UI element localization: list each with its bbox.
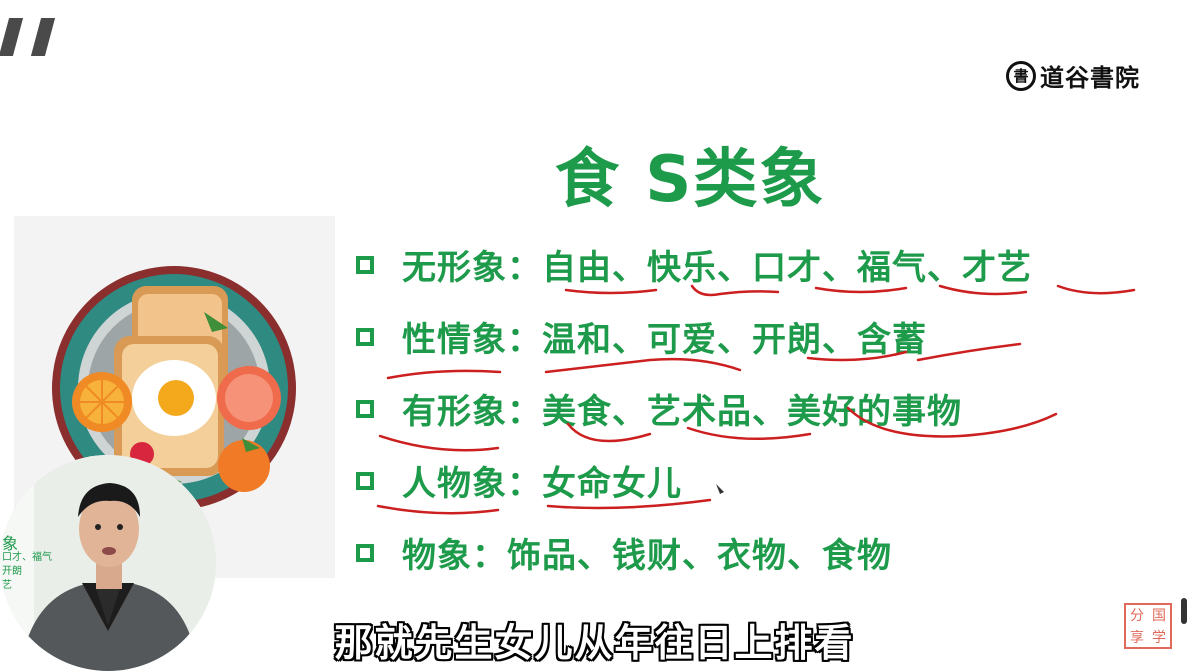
fragment-text: 艺 bbox=[2, 580, 12, 591]
brand-name: 道谷書院 bbox=[1040, 64, 1140, 92]
slide-title: 食 S类象 bbox=[555, 143, 826, 217]
video-subtitle: 那就先生女儿从年往日上排看 bbox=[334, 621, 855, 665]
list-item-5: 物象 ： 饰品、钱财、衣物、食物 bbox=[356, 528, 892, 577]
pen-cursor-icon bbox=[716, 484, 724, 494]
stamp-char: 享 bbox=[1130, 630, 1144, 646]
webcam-slide-fragment: 象 口才、福气 开朗 艺 bbox=[2, 534, 52, 593]
scrollbar-thumb[interactable] bbox=[1181, 598, 1187, 624]
item-sep: ： bbox=[507, 392, 542, 432]
item-content: 美食、艺术品、美好的事物 bbox=[542, 392, 962, 432]
item-sep: ： bbox=[507, 464, 542, 504]
item-label: 人物象 bbox=[402, 464, 507, 504]
stamp-logo: 分 国 享 学 bbox=[1124, 603, 1172, 649]
checkbox-icon bbox=[356, 543, 374, 562]
fragment-text: 象 bbox=[2, 534, 19, 553]
item-content: 饰品、钱财、衣物、食物 bbox=[507, 536, 892, 576]
seal-icon: 書 bbox=[1006, 60, 1036, 91]
list-item-4: 人物象 ： 女命女儿 bbox=[356, 456, 682, 505]
list-item-1: 无形象 ： 自由、快乐、口才、福气、才艺 bbox=[356, 240, 1032, 289]
stamp-char: 学 bbox=[1152, 630, 1166, 646]
fragment-text: 口才、福气 bbox=[2, 552, 52, 563]
item-content: 女命女儿 bbox=[542, 464, 682, 504]
item-sep: ： bbox=[507, 248, 542, 288]
item-label: 有形象 bbox=[402, 392, 507, 432]
item-sep: ： bbox=[472, 536, 507, 576]
stamp-char: 分 bbox=[1130, 608, 1144, 624]
logo-slash-1 bbox=[0, 18, 24, 56]
checkbox-icon bbox=[356, 399, 374, 418]
fragment-text: 开朗 bbox=[2, 566, 22, 577]
item-content: 温和、可爱、开朗、含蓄 bbox=[542, 320, 927, 360]
item-label: 物象 bbox=[402, 536, 472, 576]
logo-slash-2 bbox=[30, 18, 56, 56]
stamp-char: 国 bbox=[1152, 608, 1166, 624]
checkbox-icon bbox=[356, 327, 374, 346]
item-sep: ： bbox=[507, 320, 542, 360]
brand-logo: 書 道谷書院 bbox=[1006, 58, 1140, 93]
item-label: 性情象 bbox=[402, 320, 507, 360]
item-label: 无形象 bbox=[402, 248, 507, 288]
checkbox-icon bbox=[356, 471, 374, 490]
list-item-2: 性情象 ： 温和、可爱、开朗、含蓄 bbox=[356, 312, 927, 361]
list-item-3: 有形象 ： 美食、艺术品、美好的事物 bbox=[356, 384, 962, 433]
checkbox-icon bbox=[356, 255, 374, 274]
item-content: 自由、快乐、口才、福气、才艺 bbox=[542, 248, 1032, 288]
